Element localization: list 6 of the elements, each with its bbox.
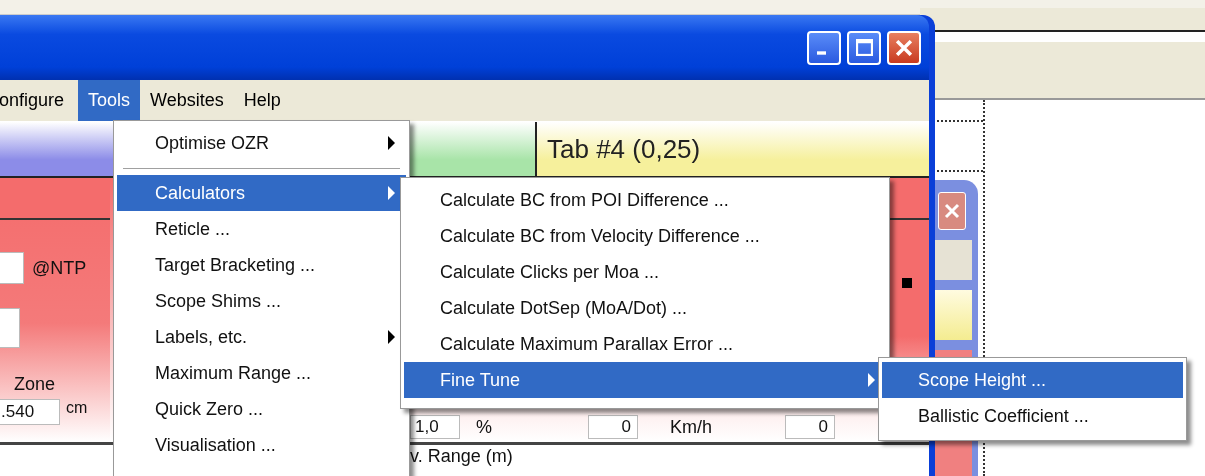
unit-label: %	[475, 416, 493, 438]
unit-label: @NTP	[32, 257, 87, 279]
chart-title: v. Range (m)	[410, 446, 513, 466]
unit-label: Km/h	[669, 416, 713, 438]
unit-label: cm	[66, 399, 88, 417]
zone-label: Zone	[14, 374, 57, 395]
